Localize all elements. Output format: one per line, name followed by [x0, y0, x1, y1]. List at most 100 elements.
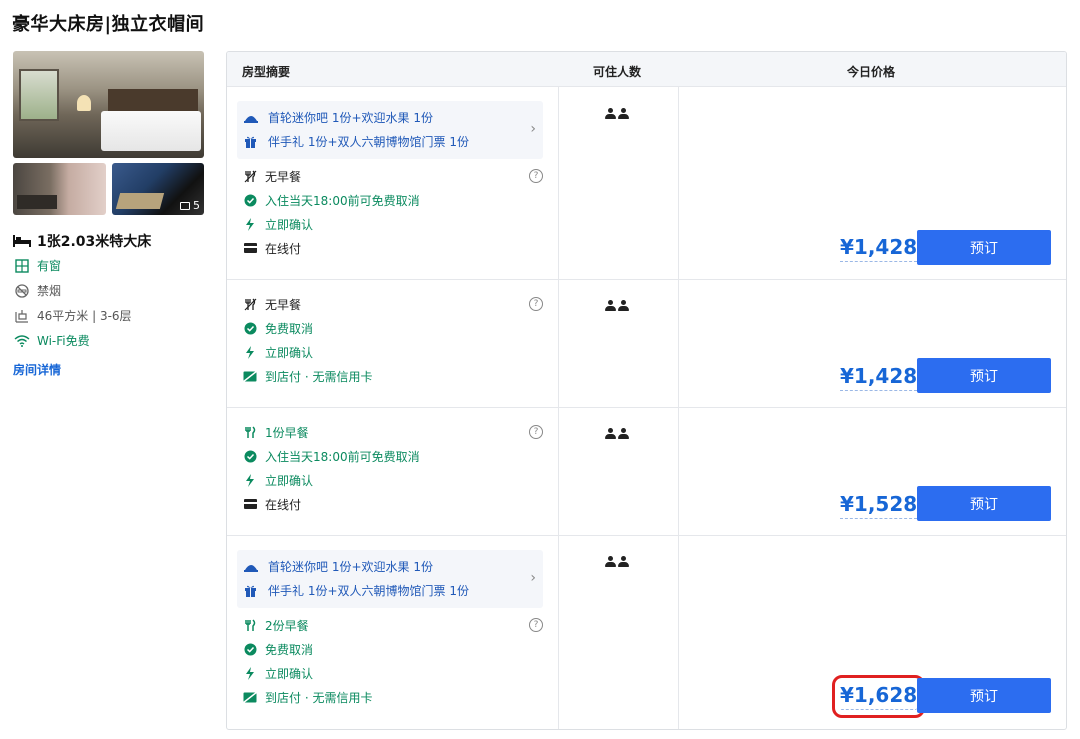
- no-card-icon: [242, 690, 258, 704]
- check-circle-icon: [242, 449, 258, 463]
- fact-wifi: Wi-Fi免费: [13, 328, 204, 353]
- lightning-icon: [242, 345, 258, 359]
- cancel-policy: 入住当天18:00前可免费取消: [242, 191, 420, 209]
- check-circle-icon: [242, 321, 258, 335]
- bathroom-thumbnail[interactable]: [13, 163, 106, 215]
- price-highlighted: ¥1,628: [831, 675, 926, 718]
- payment-text: 到店付 · 无需信用卡: [265, 690, 373, 705]
- breakfast-info: 无早餐: [242, 167, 301, 185]
- fact-smoking-text: 禁烟: [37, 284, 62, 298]
- photo-lamp: [77, 95, 91, 111]
- breakfast-info: 2份早餐: [242, 616, 309, 634]
- person-icon: [605, 300, 616, 312]
- person-icon: [618, 300, 629, 312]
- cancel-policy: 免费取消: [242, 319, 313, 337]
- header-summary: 房型摘要: [242, 65, 291, 79]
- book-button[interactable]: 预订: [917, 678, 1051, 713]
- lightning-icon: [242, 666, 258, 680]
- occupancy-two-adults: [605, 108, 629, 120]
- help-icon[interactable]: ?: [529, 297, 543, 311]
- confirm-text: 立即确认: [265, 473, 314, 488]
- gift-package[interactable]: 首轮迷你吧 1份+欢迎水果 1份 伴手礼 1份+双人六朝博物馆门票 1份 ›: [237, 101, 543, 159]
- rate-row: 首轮迷你吧 1份+欢迎水果 1份 伴手礼 1份+双人六朝博物馆门票 1份 › 无…: [227, 87, 1066, 280]
- person-icon: [605, 428, 616, 440]
- book-button[interactable]: 预订: [917, 486, 1051, 521]
- occupancy-two-adults: [605, 556, 629, 568]
- confirm-info: 立即确认: [242, 343, 313, 361]
- breakfast-icon: [242, 618, 258, 632]
- lightning-icon: [242, 473, 258, 487]
- confirm-text: 立即确认: [265, 217, 314, 232]
- gift-text: 伴手礼 1份+双人六朝博物馆门票 1份: [268, 135, 469, 149]
- gift-line-souvenir: 伴手礼 1份+双人六朝博物馆门票 1份: [244, 133, 469, 150]
- breakfast-text: 无早餐: [265, 169, 302, 184]
- book-button[interactable]: 预订: [917, 230, 1051, 265]
- room-info-panel: 5 1张2.03米特大床 有窗 禁烟 46平方米 | 3-6层 Wi-Fi免费 …: [13, 51, 204, 378]
- cancel-text: 免费取消: [265, 321, 314, 336]
- breakfast-text: 1份早餐: [265, 425, 309, 440]
- rate-table: 房型摘要 可住人数 今日价格 首轮迷你吧 1份+欢迎水果 1份 伴手礼 1份+双…: [226, 51, 1067, 730]
- table-header: 房型摘要 可住人数 今日价格: [227, 52, 1066, 87]
- help-icon[interactable]: ?: [529, 618, 543, 632]
- card-icon: [242, 497, 258, 511]
- gift-icon: [244, 584, 260, 598]
- chevron-right-icon: ›: [530, 570, 536, 586]
- no-breakfast-icon: [242, 297, 258, 311]
- person-icon: [605, 108, 616, 120]
- confirm-text: 立即确认: [265, 666, 314, 681]
- payment-text: 在线付: [265, 241, 302, 256]
- help-icon[interactable]: ?: [529, 425, 543, 439]
- photo-count-value: 5: [193, 199, 200, 212]
- payment-info: 到店付 · 无需信用卡: [242, 367, 372, 385]
- photo-headboard: [108, 89, 198, 113]
- person-icon: [618, 556, 629, 568]
- confirm-info: 立即确认: [242, 215, 313, 233]
- person-icon: [618, 108, 629, 120]
- payment-text: 到店付 · 无需信用卡: [265, 369, 373, 384]
- cloche-icon: [244, 560, 260, 574]
- room-facts: 1张2.03米特大床 有窗 禁烟 46平方米 | 3-6层 Wi-Fi免费: [13, 229, 204, 353]
- person-icon: [618, 428, 629, 440]
- picture-icon: [180, 201, 190, 210]
- cancel-policy: 入住当天18:00前可免费取消: [242, 447, 420, 465]
- gift-icon: [244, 135, 260, 149]
- room-main-photo[interactable]: [13, 51, 204, 158]
- rate-row: 首轮迷你吧 1份+欢迎水果 1份 伴手礼 1份+双人六朝博物馆门票 1份 › 2…: [227, 536, 1066, 729]
- price: ¥1,528: [840, 492, 918, 519]
- photo-window: [19, 69, 59, 121]
- cancel-text: 入住当天18:00前可免费取消: [265, 449, 420, 464]
- payment-info: 到店付 · 无需信用卡: [242, 688, 372, 706]
- gift-line-souvenir: 伴手礼 1份+双人六朝博物馆门票 1份: [244, 582, 469, 599]
- fact-window: 有窗: [13, 253, 204, 278]
- room-title: 豪华大床房|独立衣帽间: [12, 14, 205, 35]
- no-smoking-icon: [13, 283, 31, 299]
- book-button[interactable]: 预订: [917, 358, 1051, 393]
- gift-text: 首轮迷你吧 1份+欢迎水果 1份: [268, 111, 433, 125]
- fact-size: 46平方米 | 3-6层: [13, 303, 204, 328]
- gift-text: 伴手礼 1份+双人六朝博物馆门票 1份: [268, 584, 469, 598]
- gift-line-minibar: 首轮迷你吧 1份+欢迎水果 1份: [244, 558, 433, 575]
- no-breakfast-icon: [242, 169, 258, 183]
- no-card-icon: [242, 369, 258, 383]
- header-price: 今日价格: [847, 65, 896, 79]
- window-icon: [13, 258, 31, 274]
- area-icon: [13, 308, 31, 324]
- cancel-text: 免费取消: [265, 642, 314, 657]
- check-circle-icon: [242, 642, 258, 656]
- confirm-info: 立即确认: [242, 471, 313, 489]
- bed-icon: [13, 233, 31, 249]
- gift-package[interactable]: 首轮迷你吧 1份+欢迎水果 1份 伴手礼 1份+双人六朝博物馆门票 1份 ›: [237, 550, 543, 608]
- breakfast-info: 1份早餐: [242, 423, 309, 441]
- payment-info: 在线付: [242, 239, 301, 257]
- rate-row: 1份早餐 ? 入住当天18:00前可免费取消 立即确认 在线付 ¥1,528 预…: [227, 408, 1066, 536]
- photo-thumbnails: 5: [13, 163, 204, 215]
- fact-window-text: 有窗: [37, 259, 62, 273]
- person-icon: [605, 556, 616, 568]
- rate-row: 无早餐 ? 免费取消 立即确认 到店付 · 无需信用卡 ¥1,428 预订: [227, 280, 1066, 408]
- confirm-info: 立即确认: [242, 664, 313, 682]
- gift-line-minibar: 首轮迷你吧 1份+欢迎水果 1份: [244, 109, 433, 126]
- price: ¥1,428: [840, 364, 918, 391]
- room-detail-link[interactable]: 房间详情: [13, 361, 61, 378]
- room-thumbnail[interactable]: 5: [111, 163, 204, 215]
- help-icon[interactable]: ?: [529, 169, 543, 183]
